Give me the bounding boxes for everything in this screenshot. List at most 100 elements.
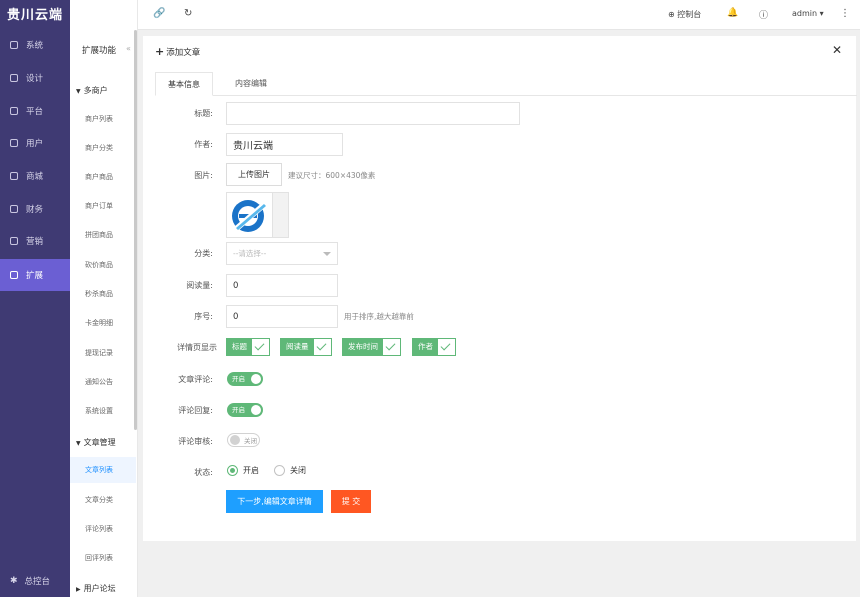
category-label: 分类: — [194, 249, 213, 258]
console-link[interactable]: ⊕ 控制台 — [668, 9, 701, 20]
globe-icon: ⊕ — [668, 10, 675, 19]
category-select[interactable]: --请选择-- — [226, 242, 338, 265]
submenu-link[interactable]: 拼团商品 — [70, 222, 136, 248]
next-edit-details-button[interactable]: 下一步,编辑文章详情 — [226, 490, 323, 513]
reply-label: 评论回复: — [178, 406, 213, 415]
sidebar-item-system[interactable]: 系统 — [0, 29, 70, 61]
thumbnail-side — [272, 193, 288, 237]
user-menu[interactable]: admin ▾ — [792, 9, 824, 18]
bell-icon[interactable]: 🔔 — [727, 8, 738, 18]
collapse-icon[interactable]: « — [126, 44, 131, 53]
status-label: 状态: — [194, 468, 213, 477]
submenu-link[interactable]: 卡金明细 — [70, 310, 136, 336]
submenu-title: 扩展功能 — [82, 46, 117, 56]
sidebar-item-label: 系统 — [26, 41, 44, 51]
submenu-link[interactable]: 提现记录 — [70, 340, 136, 366]
logo-e-icon — [230, 197, 270, 234]
checkbox-label: 标题 — [227, 339, 252, 355]
help-icon[interactable]: ⓘ — [759, 8, 768, 21]
review-label: 评论审核: — [178, 437, 213, 446]
sort-hint: 用于排序,越大越靠前 — [344, 312, 414, 321]
sidebar-item-label: 财务 — [26, 205, 44, 215]
username: admin — [792, 9, 818, 18]
close-icon[interactable]: ✕ — [832, 43, 842, 57]
submit-button[interactable]: 提 交 — [331, 490, 371, 513]
status-radio-on[interactable]: 开启 — [227, 465, 259, 476]
sort-label: 序号: — [194, 312, 213, 321]
group-label: 多商户 — [83, 86, 108, 95]
sidebar-item-label: 扩展 — [26, 271, 44, 281]
plus-icon: + — [155, 45, 165, 58]
gear-icon: ✱ — [10, 576, 18, 586]
author-label: 作者: — [194, 140, 213, 149]
platform-icon — [10, 107, 18, 115]
submenu-group-merchant[interactable]: ▼ 多商户 — [76, 85, 108, 96]
checkbox-label: 作者 — [413, 339, 438, 355]
mall-icon — [10, 172, 18, 180]
detail-checkbox-publish-time[interactable]: 发布时间 — [342, 338, 401, 356]
radio-dot — [274, 465, 285, 476]
author-input[interactable] — [226, 133, 343, 156]
sidebar-item-label: 营销 — [26, 237, 44, 247]
checkbox-label: 阅读量 — [281, 339, 314, 355]
user-icon — [10, 139, 18, 147]
image-thumbnail[interactable] — [226, 192, 289, 238]
review-switch[interactable]: 关闭 — [227, 433, 260, 447]
gear-icon — [10, 41, 18, 49]
submenu-group-article[interactable]: ▼ 文章管理 — [76, 437, 116, 448]
submenu-link[interactable]: 回评列表 — [70, 545, 136, 571]
title-input[interactable] — [226, 102, 520, 125]
submenu-link[interactable]: 砍价商品 — [70, 252, 136, 278]
refresh-icon[interactable]: ↻ — [184, 8, 192, 19]
detail-checkbox-reads[interactable]: 阅读量 — [280, 338, 332, 356]
tab-basic-info[interactable]: 基本信息 — [155, 72, 213, 96]
submenu-link[interactable]: 评论列表 — [70, 516, 136, 542]
chevron-down-icon — [323, 252, 331, 256]
submenu-link[interactable]: 通知公告 — [70, 369, 136, 395]
tab-content-edit[interactable]: 内容编辑 — [223, 72, 279, 96]
image-size-hint: 建议尺寸：600×430像素 — [288, 171, 376, 180]
title-label: 标题: — [194, 109, 213, 118]
check-icon — [438, 339, 455, 355]
gift-icon — [10, 237, 18, 245]
sidebar-item-label: 设计 — [26, 74, 44, 84]
submenu-link[interactable]: 文章分类 — [70, 487, 136, 513]
sort-input[interactable] — [226, 305, 338, 328]
submenu-link-active[interactable]: 文章列表 — [70, 457, 136, 483]
sidebar-item-mall[interactable]: 商城 — [0, 160, 70, 192]
sidebar-console-link[interactable]: ✱ 总控台 — [10, 575, 50, 587]
design-icon — [10, 74, 18, 82]
submenu-link[interactable]: 系统设置 — [70, 398, 136, 424]
submenu-link[interactable]: 商户订单 — [70, 193, 136, 219]
detail-checkbox-title[interactable]: 标题 — [226, 338, 270, 356]
link-icon[interactable]: 🔗 — [153, 8, 165, 19]
reads-input[interactable] — [226, 274, 338, 297]
sidebar-item-extension[interactable]: 扩展 — [0, 259, 70, 291]
group-label: 用户论坛 — [83, 584, 116, 593]
sidebar-item-design[interactable]: 设计 — [0, 62, 70, 94]
sidebar-item-finance[interactable]: 财务 — [0, 193, 70, 225]
submenu-link[interactable]: 商户商品 — [70, 164, 136, 190]
comment-switch[interactable]: 开启 — [227, 372, 263, 386]
more-icon[interactable]: ⋮ — [840, 8, 850, 19]
reads-label: 阅读量: — [186, 281, 213, 290]
submenu-link[interactable]: 商户分类 — [70, 135, 136, 161]
status-radio-off[interactable]: 关闭 — [274, 465, 306, 476]
checkbox-label: 发布时间 — [343, 339, 383, 355]
submenu-group-forum[interactable]: ▶ 用户论坛 — [76, 583, 116, 594]
group-label: 文章管理 — [83, 438, 116, 447]
reply-switch[interactable]: 开启 — [227, 403, 263, 417]
detail-display-label: 详情页显示 — [177, 343, 217, 352]
sidebar-item-platform[interactable]: 平台 — [0, 95, 70, 127]
detail-checkbox-author[interactable]: 作者 — [412, 338, 456, 356]
top-bar: ☰ ⛶ 🔗 ↻ ⊕ 控制台 🔔 ⓘ admin ▾ ⋮ — [70, 0, 860, 30]
submenu-link[interactable]: 商户列表 — [70, 106, 136, 132]
panel-title-text: 添加文章 — [166, 48, 201, 58]
sidebar-item-user[interactable]: 用户 — [0, 127, 70, 159]
submenu-link[interactable]: 秒杀商品 — [70, 281, 136, 307]
chevron-down-icon: ▾ — [819, 9, 824, 18]
brand-logo: 贵川云端 — [7, 8, 64, 23]
sidebar-item-marketing[interactable]: 营销 — [0, 225, 70, 257]
upload-image-button[interactable]: 上传图片 — [226, 163, 282, 186]
image-label: 图片: — [194, 171, 213, 180]
